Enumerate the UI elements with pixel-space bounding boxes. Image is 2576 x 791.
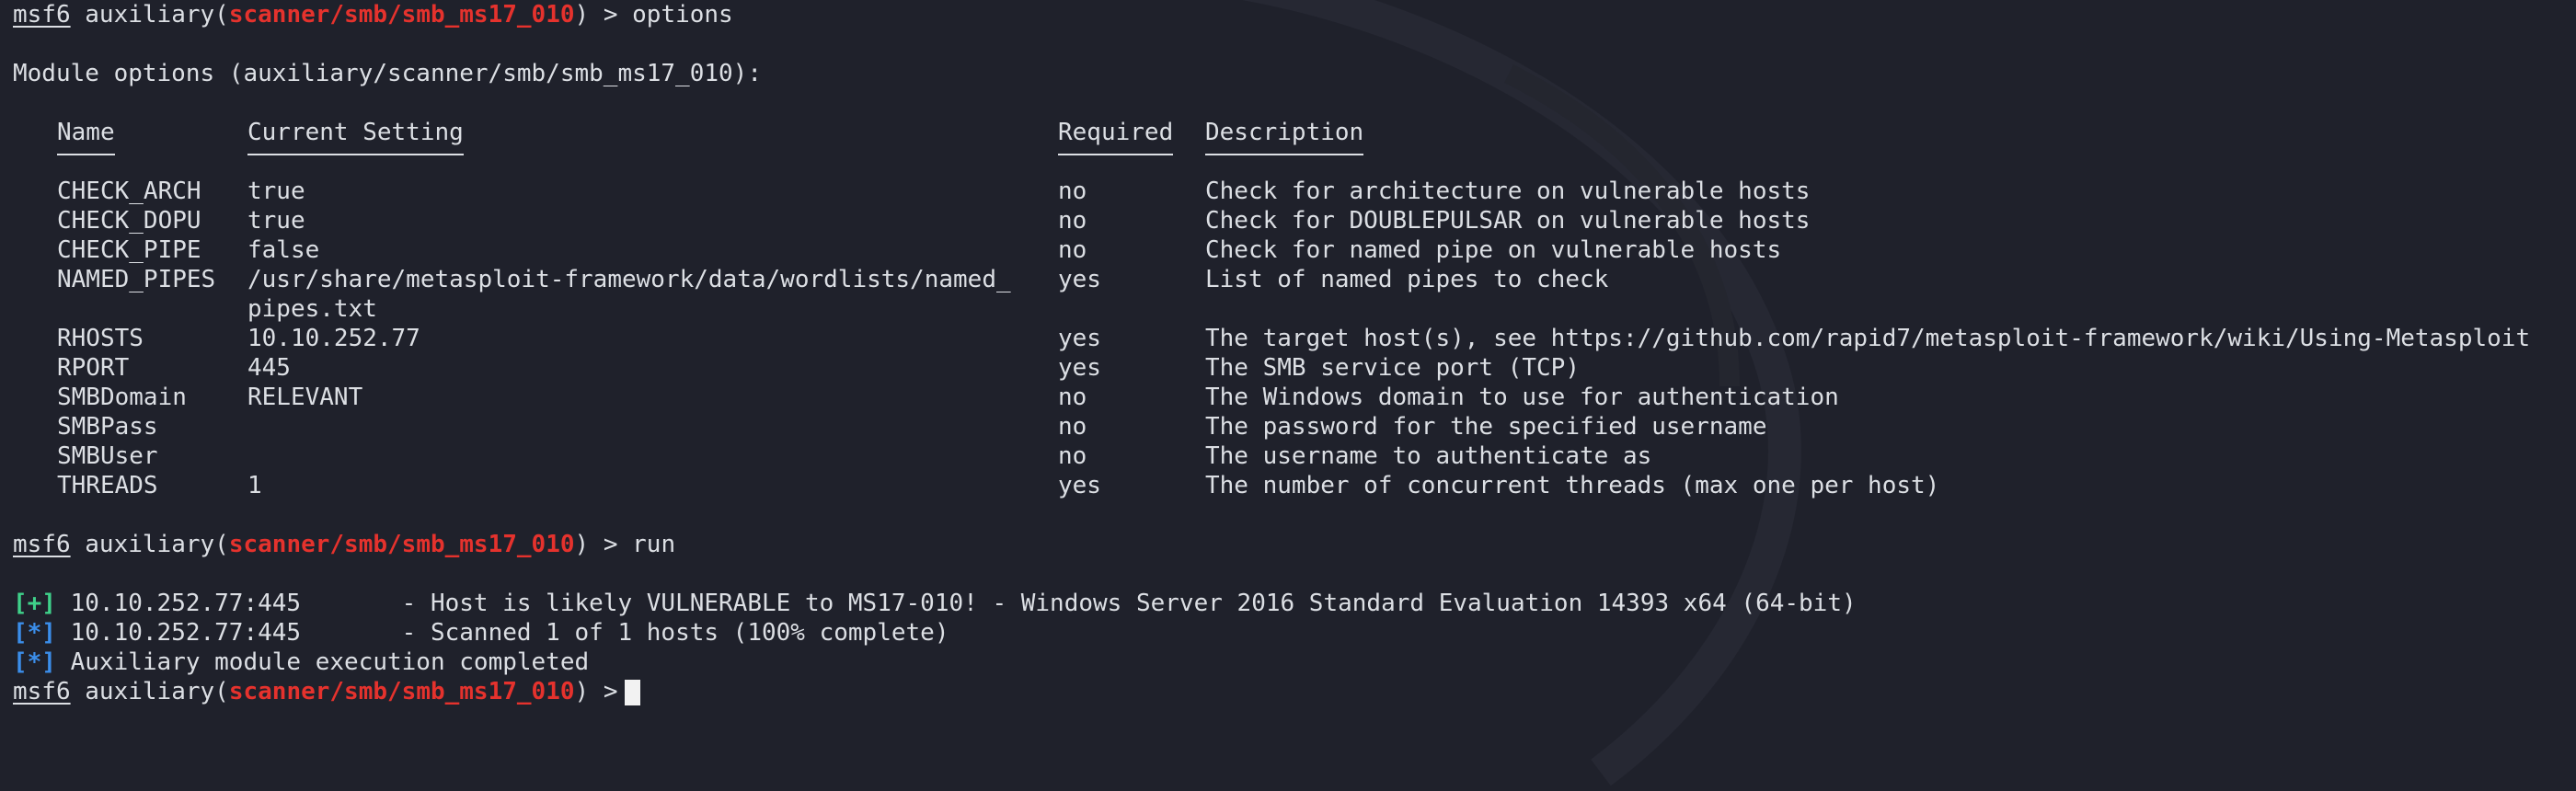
table-row: CHECK_ARCH true no Check for architectur… bbox=[57, 178, 1811, 205]
column-header-description: Description bbox=[1205, 119, 1364, 146]
table-row: CHECK_PIPE false no Check for named pipe… bbox=[57, 236, 1782, 264]
prompt-line-options: msf6 auxiliary(scanner/smb/smb_ms17_010)… bbox=[13, 1, 733, 29]
run-output-line: [+] 10.10.252.77:445 - Host is likely VU… bbox=[13, 590, 1857, 617]
column-header-current-setting: Current Setting bbox=[247, 119, 464, 146]
module-path: scanner/smb/smb_ms17_010 bbox=[228, 678, 575, 705]
table-row: SMBDomain RELEVANT no The Windows domain… bbox=[57, 384, 1839, 411]
table-row: NAMED_PIPES /usr/share/metasploit-framew… bbox=[57, 266, 1609, 293]
terminal-output[interactable]: msf6 auxiliary(scanner/smb/smb_ms17_010)… bbox=[13, 0, 2570, 706]
info-marker: [*] bbox=[13, 619, 56, 647]
table-row: RHOSTS 10.10.252.77 yes The target host(… bbox=[57, 325, 2531, 352]
run-output-line: [*] Auxiliary module execution completed bbox=[13, 648, 590, 676]
column-header-name: Name bbox=[57, 119, 115, 146]
prompt-name: msf6 bbox=[13, 678, 71, 705]
prompt-line-run: msf6 auxiliary(scanner/smb/smb_ms17_010)… bbox=[13, 531, 676, 558]
prompt-name: msf6 bbox=[13, 1, 71, 29]
run-output-line: [*] 10.10.252.77:445 - Scanned 1 of 1 ho… bbox=[13, 619, 949, 647]
info-marker: [*] bbox=[13, 648, 56, 676]
column-header-required: Required bbox=[1058, 119, 1174, 146]
table-row: SMBUser no The username to authenticate … bbox=[57, 442, 1652, 470]
options-table-header: Name Current Setting Required Descriptio… bbox=[13, 118, 2570, 147]
table-row: RPORT 445 yes The SMB service port (TCP) bbox=[57, 354, 1580, 382]
table-row: CHECK_DOPU true no Check for DOUBLEPULSA… bbox=[57, 207, 1811, 235]
success-marker: [+] bbox=[13, 590, 56, 617]
command-text: run bbox=[632, 531, 676, 558]
prompt-line-active[interactable]: msf6 auxiliary(scanner/smb/smb_ms17_010)… bbox=[13, 677, 2570, 706]
table-row-continuation: pipes.txt bbox=[247, 295, 377, 323]
command-text: options bbox=[632, 1, 733, 29]
module-path: scanner/smb/smb_ms17_010 bbox=[228, 1, 575, 29]
prompt-name: msf6 bbox=[13, 531, 71, 558]
table-row: SMBPass no The password for the specifie… bbox=[57, 413, 1767, 441]
table-row: THREADS 1 yes The number of concurrent t… bbox=[57, 472, 1940, 499]
text-cursor[interactable] bbox=[625, 679, 641, 705]
module-options-heading: Module options (auxiliary/scanner/smb/sm… bbox=[13, 60, 762, 87]
module-path: scanner/smb/smb_ms17_010 bbox=[228, 531, 575, 558]
